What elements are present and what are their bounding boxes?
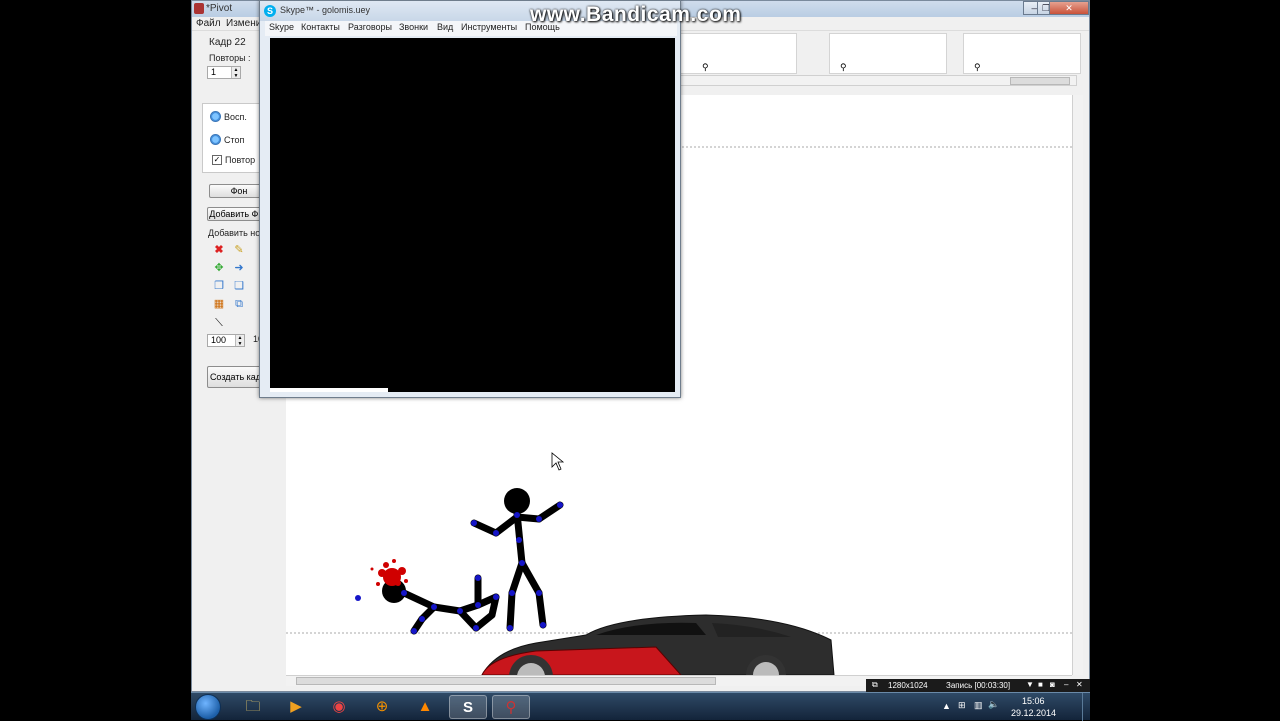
skype-logo-icon: S	[264, 5, 276, 17]
frame-thumbnail[interactable]: ⚲	[829, 33, 947, 74]
skype-menu-tools[interactable]: Инструменты	[461, 22, 517, 32]
mouse-cursor-icon	[551, 452, 565, 471]
play-label: Восп.	[224, 112, 247, 122]
frame-label: Кадр 22	[209, 37, 246, 48]
skype-menu-skype[interactable]: Skype	[269, 22, 294, 32]
tray-app-icon[interactable]: ⊞	[958, 700, 966, 711]
skype-window: S Skype™ - golomis.uey Skype Контакты Ра…	[259, 0, 681, 398]
recording-status: Запись [00:03:30]	[946, 681, 1011, 690]
close-button[interactable]: ✕	[1049, 1, 1089, 15]
minimize-icon[interactable]: –	[1064, 680, 1068, 689]
avast-app-icon[interactable]: ⊕	[363, 695, 401, 719]
vlc-app-icon[interactable]: ▲	[406, 695, 444, 719]
close-icon[interactable]: ✕	[1076, 680, 1083, 689]
delete-icon[interactable]: ✖	[212, 243, 226, 257]
stickman-thumbnail-icon: ⚲	[974, 62, 981, 72]
skype-menu-conversations[interactable]: Разговоры	[348, 22, 392, 32]
clock-time[interactable]: 15:06	[1022, 696, 1045, 706]
skype-progress-bar	[270, 388, 388, 392]
add-new-label: Добавить нов	[208, 228, 266, 238]
system-tray: ▲ ⊞ ▥ 🔈 15:06 29.12.2014	[940, 693, 1090, 721]
pencil-icon[interactable]: ✎	[232, 243, 246, 257]
start-button[interactable]	[195, 694, 221, 720]
frames-scrollbar[interactable]	[679, 75, 1077, 86]
repeats-label: Повторы :	[209, 53, 251, 63]
frame-thumbnail[interactable]: ⚲	[679, 33, 797, 74]
repeat-label: Повтор	[225, 155, 256, 165]
play-radio[interactable]	[210, 111, 221, 122]
tray-arrow-icon[interactable]: ▲	[942, 701, 951, 711]
flip-icon[interactable]: ➜	[232, 261, 246, 275]
skype-menu-contacts[interactable]: Контакты	[301, 22, 340, 32]
repeats-stepper[interactable]: ▲ ▼	[231, 67, 240, 79]
recording-bar: ⧉ 1280x1024 Запись [00:03:30] ▼ ■ ◙ – ✕	[866, 679, 1090, 692]
bandicam-watermark: www.Bandicam.com	[530, 3, 742, 26]
duplicate-icon[interactable]: ⧉	[232, 297, 246, 311]
frame-thumbnail[interactable]: ⚲	[963, 33, 1081, 74]
clock-date[interactable]: 29.12.2014	[1011, 708, 1056, 718]
recording-resolution: 1280x1024	[888, 681, 928, 690]
color-icon[interactable]: ▦	[212, 297, 226, 311]
skype-app-icon[interactable]: S	[449, 695, 487, 719]
scale-stepper[interactable]: ▲ ▼	[235, 335, 244, 347]
media-player-app-icon[interactable]: ▶	[277, 695, 315, 719]
skype-video-area[interactable]	[270, 38, 675, 392]
stickman-thumbnail-icon: ⚲	[840, 62, 847, 72]
copy-icon[interactable]: ❐	[212, 279, 226, 293]
pivot-app-icon[interactable]: ⚲	[492, 695, 530, 719]
record-stop-icon[interactable]: ■	[1038, 680, 1043, 689]
chrome-app-icon[interactable]: ◉	[320, 695, 358, 719]
volume-icon[interactable]: 🔈	[988, 699, 999, 710]
canvas-vertical-scrollbar[interactable]	[1072, 95, 1083, 675]
skype-menu-view[interactable]: Вид	[437, 22, 453, 32]
stickman-thumbnail-icon: ⚲	[702, 62, 709, 72]
segment-icon[interactable]: ⟍	[212, 316, 226, 330]
pivot-app-icon	[194, 3, 204, 14]
stop-label: Стоп	[224, 135, 245, 145]
center-icon[interactable]: ✥	[212, 261, 226, 275]
show-desktop-button[interactable]	[1082, 693, 1090, 721]
folder-app-icon[interactable]: 🗀	[234, 695, 272, 719]
left-panel: Кадр 22 Повторы : 1 ▲ ▼ Восп. Стоп ✓ Повт…	[194, 31, 269, 691]
screen-icon: ⧉	[872, 680, 878, 689]
paste-icon[interactable]: ❏	[232, 279, 246, 293]
repeats-input[interactable]: 1 ▲ ▼	[207, 66, 241, 79]
canvas-hscroll-thumb[interactable]	[296, 677, 716, 685]
blood-splatter	[370, 559, 408, 586]
network-icon[interactable]: ▥	[974, 700, 983, 711]
scale-input[interactable]: 100 ▲ ▼	[207, 334, 245, 347]
skype-title: Skype™ - golomis.uey	[280, 5, 371, 15]
camera-icon[interactable]: ◙	[1050, 680, 1055, 689]
taskbar: 🗀 ▶ ◉ ⊕ ▲ S ⚲ ▲ ⊞ ▥ 🔈 15:06 29.12.2014	[191, 692, 1090, 721]
frames-scroll-thumb[interactable]	[1010, 77, 1070, 85]
repeat-checkbox[interactable]: ✓	[212, 155, 222, 165]
stop-radio[interactable]	[210, 134, 221, 145]
standing-stickman	[470, 488, 564, 632]
menu-file[interactable]: Файл	[196, 18, 221, 29]
dropdown-icon[interactable]: ▼	[1026, 680, 1034, 689]
skype-menu-calls[interactable]: Звонки	[399, 22, 428, 32]
pivot-title: *Pivot	[206, 3, 233, 14]
